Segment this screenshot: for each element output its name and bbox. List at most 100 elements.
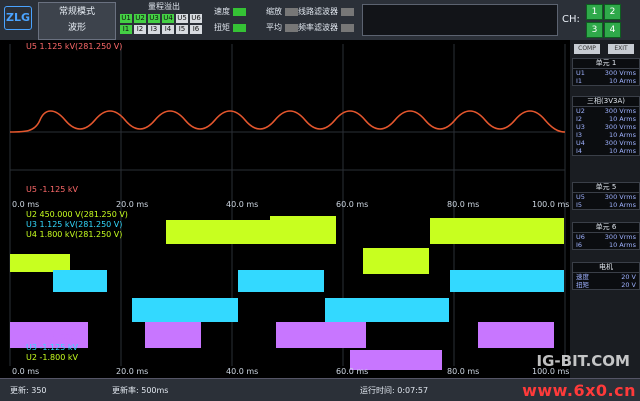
channel-4-button[interactable]: 4 <box>604 22 621 38</box>
channel-3-button[interactable]: 3 <box>586 22 603 38</box>
range-chip-u3: U3 <box>148 14 160 23</box>
i6-name: I6 <box>576 241 583 249</box>
motor-speed-value: 20 V <box>621 273 636 281</box>
u3-name: U3 <box>576 123 585 131</box>
green-block <box>430 218 564 244</box>
tp-row-u2: U2 300 Vrms <box>573 107 639 115</box>
i6-row: I6 10 Arms <box>573 241 639 249</box>
speed-indicator <box>233 7 246 16</box>
comp-button[interactable]: COMP <box>574 44 600 54</box>
motor-torque-name: 扭矩 <box>576 281 589 289</box>
unit-1-row-i1: I1 10 Arms <box>573 77 639 85</box>
range-chip-i4: I4 <box>162 25 174 34</box>
exit-button[interactable]: EXIT <box>608 44 634 54</box>
freq-filter-toggle[interactable]: 频率滤波器 <box>298 22 354 33</box>
bottom-xtick-1: 20.0 ms <box>116 367 148 376</box>
message-display <box>362 4 558 36</box>
range-chip-u2: U2 <box>134 14 146 23</box>
range-title: 量程溢出 <box>148 2 180 11</box>
i5-value: 10 Arms <box>608 201 636 209</box>
line-filter-indicator <box>341 7 354 16</box>
bottom-xtick-3: 60.0 ms <box>336 367 368 376</box>
average-toggle[interactable]: 平均 <box>266 22 298 33</box>
cyan-block <box>238 270 324 292</box>
green-block <box>10 254 70 272</box>
u1-name: U1 <box>576 69 585 77</box>
u4-name: U4 <box>576 139 585 147</box>
zoom-indicator <box>285 7 298 16</box>
u4-min-label: U4 -450.000 V <box>26 333 84 342</box>
mode-line2: 波形 <box>67 23 86 33</box>
top-xtick-5: 100.0 ms <box>532 200 569 209</box>
top-xtick-4: 80.0 ms <box>447 200 479 209</box>
unit-1-title: 单元 1 <box>573 59 639 69</box>
i6-value: 10 Arms <box>608 241 636 249</box>
range-chip-i2: I2 <box>134 25 146 34</box>
bottom-channel-footer: U4 -450.000 V U3 -1.125 kV U2 -1.800 kV <box>26 333 83 363</box>
range-chip-i5: I5 <box>176 25 188 34</box>
u3-value: 300 Vrms <box>604 123 636 131</box>
waveform-display: 0.0 ms 20.0 ms 40.0 ms 60.0 ms 80.0 ms 1… <box>0 40 570 378</box>
brand-logo: ZLG <box>4 6 32 30</box>
u5-row: U5 300 Vrms <box>573 193 639 201</box>
tp-row-i4: I4 10 Arms <box>573 147 639 155</box>
site-watermark-bottom: www.6x0.cn <box>522 381 636 400</box>
update-rate: 更新率: 500ms <box>112 386 169 395</box>
range-chips: U1 U2 U3 U4 U5 U6 I1 I2 I3 I4 I5 I6 <box>118 14 210 34</box>
mode-selector[interactable]: 常规模式 波形 <box>38 2 116 40</box>
u4-scale-label: U4 1.800 kV(281.250 V) <box>26 230 123 239</box>
u3-min-label: U3 -1.125 kV <box>26 343 78 352</box>
u5-value: 300 Vrms <box>604 193 636 201</box>
u4-value: 300 Vrms <box>604 139 636 147</box>
green-block <box>363 248 429 274</box>
unit-5-title: 单元 5 <box>573 183 639 193</box>
purple-block <box>276 322 366 348</box>
range-chip-u6: U6 <box>190 14 202 23</box>
i3-value: 10 Arms <box>608 131 636 139</box>
unit-6-section: 单元 6 U6 300 Vrms I6 10 Arms <box>572 222 640 250</box>
i5-row: I5 10 Arms <box>573 201 639 209</box>
freq-filter-label: 频率滤波器 <box>298 23 338 32</box>
i5-name: I5 <box>576 201 583 209</box>
freq-filter-indicator <box>341 23 354 32</box>
status-bar: 更新: 350 更新率: 500ms 运行时间: 0:07:57 www.6x0… <box>0 378 640 401</box>
motor-speed-name: 速度 <box>576 273 589 281</box>
cyan-block <box>53 270 107 292</box>
u6-value: 300 Vrms <box>604 233 636 241</box>
bottom-xtick-2: 40.0 ms <box>226 367 258 376</box>
range-overflow-panel: 量程溢出 U1 U2 U3 U4 U5 U6 I1 I2 I3 I4 I5 I6 <box>118 2 210 38</box>
motor-torque-value: 20 V <box>621 281 636 289</box>
motor-section: 电机 速度 20 V 扭矩 20 V <box>572 262 640 290</box>
range-chip-u5: U5 <box>176 14 188 23</box>
channel-label: CH: <box>562 14 580 25</box>
three-phase-section: 三相(3V3A) U2 300 Vrms I2 10 Arms U3 300 Vrms… <box>572 96 640 156</box>
u6-row: U6 300 Vrms <box>573 233 639 241</box>
speed-toggle[interactable]: 速度 <box>214 6 246 17</box>
u5-top-label: U5 1.125 kV(281.250 V) <box>26 42 123 51</box>
bottom-xtick-0: 0.0 ms <box>12 367 39 376</box>
tp-row-i3: I3 10 Arms <box>573 131 639 139</box>
motor-title: 电机 <box>573 263 639 273</box>
unit-1-section: 单元 1 U1 300 Vrms I1 10 Arms <box>572 58 640 86</box>
range-chip-i1: I1 <box>120 25 132 34</box>
unit-5-section: 单元 5 U5 300 Vrms I5 10 Arms <box>572 182 640 210</box>
green-block <box>166 220 272 244</box>
cyan-block <box>132 298 238 322</box>
zoom-toggle[interactable]: 缩放 <box>266 6 298 17</box>
line-filter-label: 线路滤波器 <box>298 7 338 16</box>
top-xtick-3: 60.0 ms <box>336 200 368 209</box>
channel-1-button[interactable]: 1 <box>586 4 603 20</box>
average-label: 平均 <box>266 23 282 32</box>
purple-block <box>478 322 554 348</box>
i4-name: I4 <box>576 147 583 155</box>
cyan-block <box>325 298 449 322</box>
u3-scale-label: U3 1.125 kV(281.250 V) <box>26 220 123 229</box>
i3-name: I3 <box>576 131 583 139</box>
torque-toggle[interactable]: 扭矩 <box>214 22 246 33</box>
top-xtick-0: 0.0 ms <box>12 200 39 209</box>
bottom-channel-header: U2 450.000 V(281.250 V) U3 1.125 kV(281.… <box>26 210 128 240</box>
tp-row-u4: U4 300 Vrms <box>573 139 639 147</box>
line-filter-toggle[interactable]: 线路滤波器 <box>298 6 354 17</box>
waveform-svg: 0.0 ms 20.0 ms 40.0 ms 60.0 ms 80.0 ms 1… <box>0 40 570 378</box>
channel-2-button[interactable]: 2 <box>604 4 621 20</box>
